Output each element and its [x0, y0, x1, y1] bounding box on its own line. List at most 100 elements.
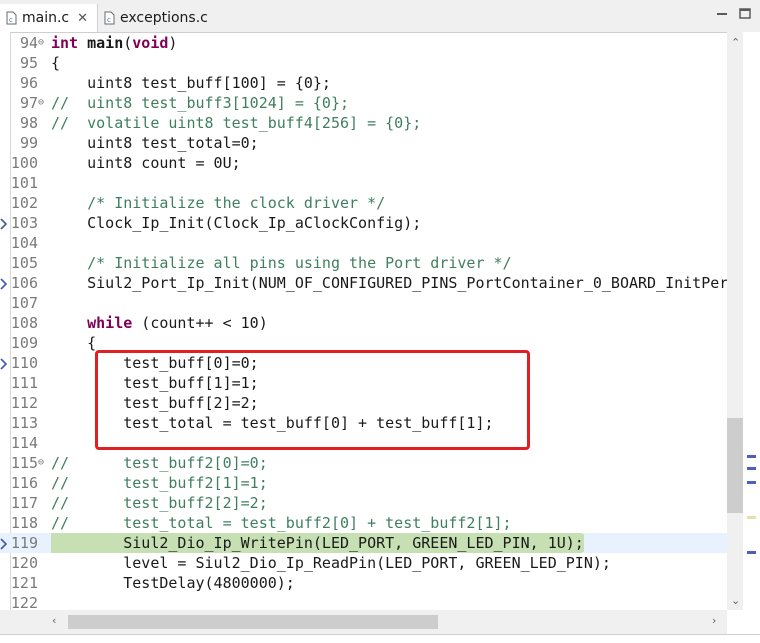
code-token: // test_buff2[1]=1; — [51, 474, 268, 492]
horizontal-scroll-thumb[interactable] — [68, 615, 438, 629]
code-token: /* Initialize the clock driver */ — [87, 194, 386, 212]
line-number: 108 — [10, 314, 38, 332]
line-number: 104 — [10, 234, 38, 252]
overview-marker[interactable] — [747, 516, 756, 519]
tab-label: main.c — [22, 10, 70, 26]
close-icon[interactable]: ✕ — [77, 11, 88, 26]
code-line[interactable]: 104 — [0, 233, 727, 253]
line-number: 113 — [10, 414, 38, 432]
code-token: Siul2_Dio_Ip_WritePin(LED_PORT, GREEN_LE… — [123, 534, 584, 552]
code-line[interactable]: 96 uint8 test_buff[100] = {0}; — [0, 73, 727, 93]
line-number: 122 — [10, 594, 38, 610]
code-line[interactable]: 100 uint8 count = 0U; — [0, 153, 727, 173]
highlight-box — [95, 350, 530, 450]
code-line[interactable]: 115 ⊖// test_buff2[0]=0; — [0, 453, 727, 473]
code-line[interactable]: 105 /* Initialize all pins using the Por… — [0, 253, 727, 273]
code-line[interactable]: 107 — [0, 293, 727, 313]
debug-marker-icon[interactable] — [0, 276, 9, 290]
code-line[interactable]: 102 /* Initialize the clock driver */ — [0, 193, 727, 213]
code-text: // test_buff2[2]=2; — [51, 493, 268, 513]
overview-marker[interactable] — [747, 467, 756, 470]
line-number: 115 — [10, 454, 38, 472]
vertical-scrollbar[interactable] — [727, 32, 743, 610]
code-token: // uint8 test_buff3[1024] = {0}; — [51, 94, 350, 112]
code-token: // test_total = test_buff2[0] + test_buf… — [51, 514, 512, 532]
line-number: 105 — [10, 254, 38, 272]
scroll-right-arrow-icon[interactable]: › — [712, 614, 716, 627]
minimize-icon[interactable] — [714, 6, 730, 20]
code-line[interactable]: 101 — [0, 173, 727, 193]
line-number: 109 — [10, 334, 38, 352]
fold-toggle-icon[interactable]: ⊖ — [38, 453, 50, 473]
code-line[interactable]: 99 uint8 test_total=0; — [0, 133, 727, 153]
code-line[interactable]: 122 — [0, 593, 727, 610]
code-token: { — [51, 334, 97, 352]
overview-marker[interactable] — [747, 481, 756, 484]
code-editor[interactable]: 94 ⊖ int main(void) 95 {96 uint8 test_buff[1… — [0, 32, 727, 610]
code-token: void — [132, 34, 169, 52]
vertical-scroll-thumb[interactable] — [727, 418, 743, 513]
code-line[interactable]: 120 level = Siul2_Dio_Ip_ReadPin(LED_POR… — [0, 553, 727, 573]
maximize-icon[interactable] — [737, 6, 753, 20]
fold-toggle-icon[interactable]: ⊖ — [38, 33, 50, 53]
code-line[interactable]: 118 // test_total = test_buff2[0] + test_… — [0, 513, 727, 533]
line-number: 111 — [10, 374, 38, 392]
debug-marker-icon[interactable] — [0, 356, 9, 370]
tab-main-c[interactable]: c main.c ✕ — [0, 4, 98, 32]
code-line[interactable]: 121 TestDelay(4800000); — [0, 573, 727, 593]
editor-tab-bar: c main.c ✕ c exceptions.c — [0, 0, 760, 33]
code-token: ( — [123, 34, 133, 52]
debug-marker-icon[interactable] — [0, 216, 9, 230]
scroll-up-arrow-icon[interactable]: ⌃ — [731, 36, 740, 49]
scroll-left-arrow-icon[interactable]: ‹ — [52, 614, 56, 627]
debug-marker-icon[interactable] — [0, 536, 9, 550]
line-number: 97 — [19, 94, 38, 112]
fold-toggle-icon[interactable]: ⊖ — [38, 93, 50, 113]
code-line[interactable]: 97 ⊖// uint8 test_buff3[1024] = {0}; — [0, 93, 727, 113]
svg-text:c: c — [9, 16, 13, 24]
overview-marker[interactable] — [747, 455, 756, 458]
code-token: Siul2_Port_Ip_Init(NUM_OF_CONFIGURED_PIN… — [51, 274, 727, 292]
code-line[interactable]: 119 Siul2_Dio_Ip_WritePin(LED_PORT, GREE… — [0, 533, 727, 553]
line-number: 114 — [10, 434, 38, 452]
code-token: ) — [168, 34, 178, 52]
code-text: /* Initialize the clock driver */ — [51, 193, 385, 213]
tab-label: exceptions.c — [120, 10, 208, 26]
line-number: 101 — [10, 174, 38, 192]
code-line[interactable]: 106 Siul2_Port_Ip_Init(NUM_OF_CONFIGURED… — [0, 273, 727, 293]
code-text: Clock_Ip_Init(Clock_Ip_aClockConfig); — [51, 213, 421, 233]
line-number: 98 — [19, 114, 38, 132]
code-token: main — [87, 34, 124, 52]
overview-marker[interactable] — [747, 551, 756, 554]
code-token: Clock_Ip_Init(Clock_Ip_aClockConfig); — [51, 214, 422, 232]
overview-ruler[interactable] — [743, 32, 760, 610]
scroll-down-arrow-icon[interactable]: ⌄ — [731, 594, 740, 607]
code-line[interactable]: 117 // test_buff2[2]=2; — [0, 493, 727, 513]
code-text: uint8 count = 0U; — [51, 153, 241, 173]
code-text: { — [51, 53, 60, 73]
code-line[interactable]: 116 // test_buff2[1]=1; — [0, 473, 727, 493]
code-token: int — [51, 34, 79, 52]
code-line[interactable]: 94 ⊖ int main(void) — [0, 33, 727, 53]
code-line[interactable]: 103 Clock_Ip_Init(Clock_Ip_aClockConfig)… — [0, 213, 727, 233]
code-line[interactable]: 108 while (count++ < 10) — [0, 313, 727, 333]
code-line[interactable]: 98 // volatile uint8 test_buff4[256] = {0… — [0, 113, 727, 133]
c-file-icon: c — [104, 11, 115, 25]
line-number: 120 — [10, 554, 38, 572]
code-text: while (count++ < 10) — [51, 313, 268, 333]
code-text: uint8 test_buff[100] = {0}; — [51, 73, 331, 93]
line-number: 117 — [10, 494, 38, 512]
code-text: { — [51, 333, 96, 353]
line-number: 106 — [10, 274, 38, 292]
code-token: uint8 test_total=0; — [51, 134, 259, 152]
code-text: uint8 test_total=0; — [51, 133, 259, 153]
line-number: 119 — [10, 534, 38, 552]
code-token: TestDelay(4800000); — [51, 574, 295, 592]
code-line[interactable]: 95 { — [0, 53, 727, 73]
code-token: (count++ < 10) — [132, 314, 268, 332]
line-number: 95 — [19, 54, 38, 72]
tab-exceptions-c[interactable]: c exceptions.c — [98, 4, 218, 32]
code-text: Siul2_Dio_Ip_WritePin(LED_PORT, GREEN_LE… — [51, 533, 584, 553]
